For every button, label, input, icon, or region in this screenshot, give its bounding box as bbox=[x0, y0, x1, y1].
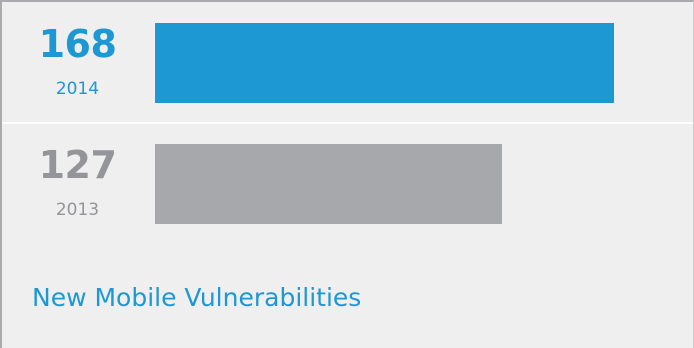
bar-row-2013: 127 2013 bbox=[2, 123, 693, 243]
value-label-2013: 127 bbox=[38, 143, 117, 187]
chart-title: New Mobile Vulnerabilities bbox=[32, 283, 362, 312]
bar-row-2014: 168 2014 bbox=[2, 2, 693, 122]
bar-2013 bbox=[155, 144, 502, 224]
bar-2014 bbox=[155, 23, 614, 103]
category-label-2013: 2013 bbox=[55, 200, 100, 220]
category-label-2014: 2014 bbox=[55, 79, 100, 99]
chart-panel: 168 2014 127 2013 New Mobile Vulnerabili… bbox=[0, 0, 694, 348]
value-label-2014: 168 bbox=[38, 22, 117, 66]
